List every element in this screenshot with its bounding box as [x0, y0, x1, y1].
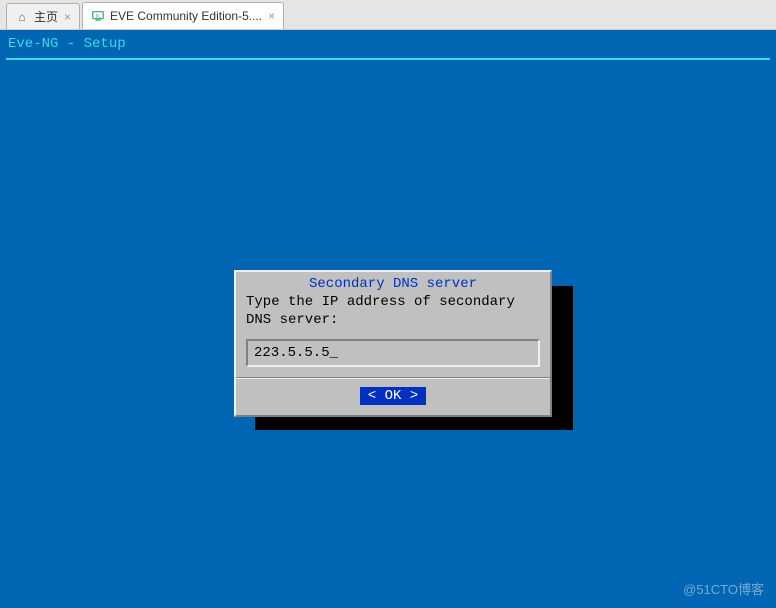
ok-button[interactable]: < OK > — [360, 387, 426, 405]
console-area: Eve-NG - Setup Secondary DNS server Type… — [0, 30, 776, 608]
watermark: @51CTO博客 — [683, 579, 764, 598]
dialog-prompt: Type the IP address of secondary DNS ser… — [246, 294, 540, 329]
tab-label: 主页 — [34, 8, 58, 25]
console-title: Eve-NG - Setup — [0, 30, 776, 58]
tab-vm[interactable]: EVE Community Edition-5.... × — [82, 2, 284, 29]
dns-dialog: Secondary DNS server Type the IP address… — [234, 270, 552, 417]
console-divider — [6, 58, 770, 60]
tab-label: EVE Community Edition-5.... — [110, 9, 262, 23]
vm-icon — [91, 9, 105, 23]
close-icon[interactable]: × — [268, 9, 275, 23]
dialog-title: Secondary DNS server — [246, 276, 540, 292]
home-icon: ⌂ — [15, 10, 29, 24]
close-icon[interactable]: × — [64, 10, 71, 24]
tab-home[interactable]: ⌂ 主页 × — [6, 3, 80, 29]
tab-bar: ⌂ 主页 × EVE Community Edition-5.... × — [0, 0, 776, 30]
dns-input[interactable]: 223.5.5.5_ — [246, 339, 540, 367]
